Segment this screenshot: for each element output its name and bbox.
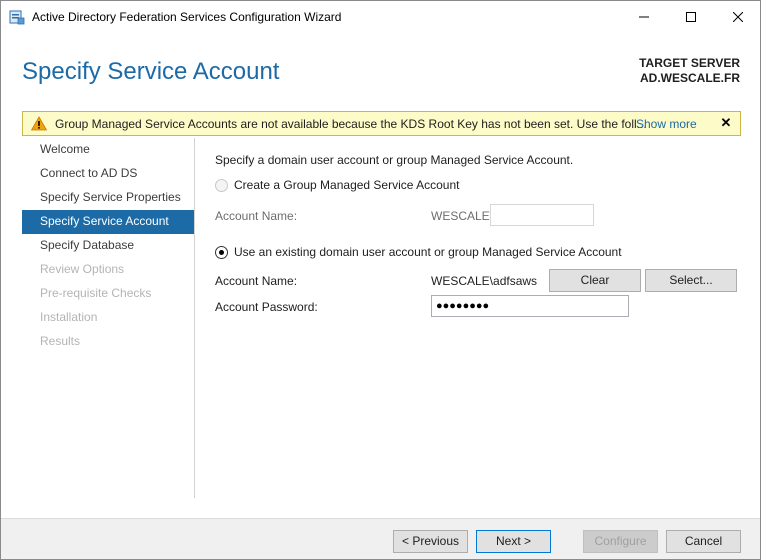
nav-item-prereq-checks: Pre-requisite Checks	[40, 286, 152, 300]
minimize-button[interactable]	[621, 1, 667, 33]
target-server-name: AD.WESCALE.FR	[640, 71, 740, 85]
close-icon	[733, 12, 743, 22]
nav-item-installation: Installation	[40, 310, 98, 324]
nav-item-review-options: Review Options	[40, 262, 125, 276]
show-more-link[interactable]: Show more	[636, 117, 697, 131]
warning-close-button[interactable]: ✕	[717, 114, 735, 132]
configure-button: Configure	[583, 530, 658, 553]
gmsa-account-name-label: Account Name:	[215, 209, 298, 223]
intro-text: Specify a domain user account or group M…	[215, 153, 574, 167]
close-button[interactable]	[715, 1, 761, 33]
minimize-icon	[639, 16, 649, 18]
previous-button[interactable]: < Previous	[393, 530, 468, 553]
existing-account-radio-label[interactable]: Use an existing domain user account or g…	[234, 245, 622, 259]
close-icon: ✕	[720, 115, 732, 130]
window-title: Active Directory Federation Services Con…	[32, 10, 342, 24]
page-title: Specify Service Account	[22, 58, 280, 85]
maximize-button[interactable]	[668, 1, 714, 33]
maximize-icon	[686, 12, 696, 22]
account-password-label: Account Password:	[215, 300, 318, 314]
nav-item-service-account[interactable]: Specify Service Account	[22, 210, 194, 234]
wizard-window: Active Directory Federation Services Con…	[0, 0, 761, 560]
gmsa-domain-prefix: WESCALE\	[431, 209, 494, 223]
gmsa-radio	[215, 179, 228, 192]
nav-item-database[interactable]: Specify Database	[22, 234, 194, 258]
clear-button[interactable]: Clear	[549, 269, 641, 292]
account-password-input[interactable]: ●●●●●●●●	[431, 295, 629, 317]
adfs-app-icon	[9, 9, 25, 25]
nav-item-connect-ad-ds[interactable]: Connect to AD DS	[22, 162, 194, 186]
password-mask: ●●●●●●●●	[436, 300, 490, 312]
wizard-nav: Welcome Connect to AD DS Specify Service…	[22, 138, 194, 354]
target-server-label: TARGET SERVER	[639, 56, 740, 70]
nav-item-welcome[interactable]: Welcome	[22, 138, 194, 162]
warning-banner: Group Managed Service Accounts are not a…	[22, 111, 741, 136]
warning-text: Group Managed Service Accounts are not a…	[55, 117, 647, 131]
cancel-button[interactable]: Cancel	[666, 530, 741, 553]
title-bar[interactable]: Active Directory Federation Services Con…	[1, 1, 760, 33]
next-button[interactable]: Next >	[476, 530, 551, 553]
warning-icon	[30, 116, 48, 134]
nav-item-service-properties[interactable]: Specify Service Properties	[22, 186, 194, 210]
existing-account-radio[interactable]	[215, 246, 228, 259]
account-name-label: Account Name:	[215, 274, 298, 288]
target-server: TARGET SERVER AD.WESCALE.FR	[639, 56, 740, 86]
wizard-footer: < Previous Next > Configure Cancel	[1, 518, 760, 559]
select-account-button[interactable]: Select...	[645, 269, 737, 292]
gmsa-radio-label: Create a Group Managed Service Account	[234, 178, 460, 192]
account-name-value: WESCALE\adfsaws	[431, 274, 538, 288]
nav-divider	[194, 138, 195, 498]
nav-item-results: Results	[40, 334, 81, 348]
gmsa-account-name-input	[490, 204, 594, 226]
